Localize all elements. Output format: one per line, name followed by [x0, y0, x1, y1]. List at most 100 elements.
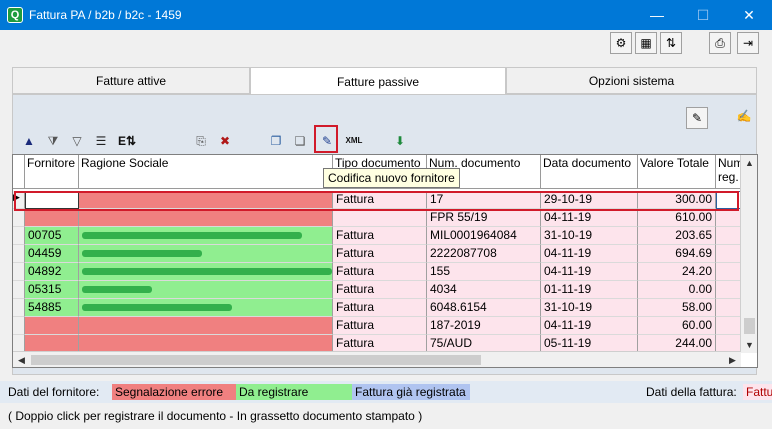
table-row[interactable]: FPR 55/19 04-11-19 610.00 [13, 209, 741, 227]
cell-num-documento[interactable]: 155 [427, 263, 541, 281]
cell-num-documento[interactable]: FPR 55/19 [427, 209, 541, 227]
column-header-fornitore[interactable]: Fornitore [25, 155, 79, 189]
cell-data-documento[interactable]: 04-11-19 [541, 209, 638, 227]
scroll-right-icon[interactable]: ▶ [724, 352, 741, 367]
cell-fornitore[interactable]: 00705 [25, 227, 79, 245]
cell-valore-totale[interactable]: 60.00 [638, 317, 716, 335]
cell-tipo-documento[interactable]: Fattura [333, 227, 427, 245]
column-header-valore-totale[interactable]: Valore Totale [638, 155, 716, 189]
cell-num-reg[interactable] [716, 245, 741, 263]
cell-valore-totale[interactable]: 694.69 [638, 245, 716, 263]
title-bar: Q Fattura PA / b2b / b2c - 1459 — ☐ ✕ [0, 0, 772, 30]
cell-valore-totale[interactable]: 610.00 [638, 209, 716, 227]
table-row[interactable]: Fattura 187-2019 04-11-19 60.00 [13, 317, 741, 335]
cell-ragione-sociale[interactable] [79, 299, 333, 317]
close-button[interactable]: ✕ [726, 0, 772, 30]
cell-num-reg[interactable] [716, 281, 741, 299]
vertical-scrollbar[interactable]: ▲ ▼ [740, 155, 757, 353]
import-icon[interactable]: ⬇ [389, 130, 411, 152]
cell-data-documento[interactable]: 31-10-19 [541, 299, 638, 317]
cell-tipo-documento[interactable] [333, 209, 427, 227]
scroll-up-icon[interactable]: ▲ [741, 155, 757, 171]
filter-edit-icon[interactable]: ⧩ [42, 130, 64, 152]
list-icon[interactable]: ☰ [90, 130, 112, 152]
cell-data-documento[interactable]: 04-11-19 [541, 263, 638, 281]
notes-icon[interactable]: ✎ [686, 107, 708, 129]
cell-data-documento[interactable]: 04-11-19 [541, 245, 638, 263]
cell-fornitore[interactable] [25, 317, 79, 335]
row-indicator [13, 263, 25, 281]
row-indicator [13, 317, 25, 335]
cell-ragione-sociale[interactable] [79, 245, 333, 263]
print-icon[interactable]: ⎙ [709, 32, 731, 54]
tab-opzioni-sistema[interactable]: Opzioni sistema [506, 67, 757, 94]
cell-data-documento[interactable]: 31-10-19 [541, 227, 638, 245]
document-search-icon[interactable]: ⎘ [190, 130, 212, 152]
cell-num-documento[interactable]: 2222087708 [427, 245, 541, 263]
cell-num-documento[interactable]: 4034 [427, 281, 541, 299]
cell-num-documento[interactable]: MIL0001964084 [427, 227, 541, 245]
cell-num-reg[interactable] [716, 299, 741, 317]
cell-data-documento[interactable]: 01-11-19 [541, 281, 638, 299]
export-icon[interactable]: E⇅ [114, 130, 140, 152]
cell-ragione-sociale[interactable] [79, 227, 333, 245]
cell-tipo-documento[interactable]: Fattura [333, 317, 427, 335]
cell-tipo-documento[interactable]: Fattura [333, 245, 427, 263]
archive-icon[interactable]: ▦ [635, 32, 657, 54]
cell-tipo-documento[interactable]: Fattura [333, 281, 427, 299]
tab-fatture-attive[interactable]: Fatture attive [12, 67, 250, 94]
table-row[interactable]: 00705 Fattura MIL0001964084 31-10-19 203.65 [13, 227, 741, 245]
cell-data-documento[interactable]: 04-11-19 [541, 317, 638, 335]
table-row[interactable]: 04459 Fattura 2222087708 04-11-19 694.69 [13, 245, 741, 263]
column-header-data-documento[interactable]: Data documento [541, 155, 638, 189]
column-header-num-reg[interactable]: Num. reg. [716, 155, 741, 189]
cell-fornitore[interactable]: 04892 [25, 263, 79, 281]
table-row[interactable]: 04892 Fattura 155 04-11-19 24.20 [13, 263, 741, 281]
legend-supplier-label: Dati del fornitore: [8, 385, 100, 399]
paste-icon[interactable]: ❏ [289, 130, 311, 152]
refresh-settings-icon[interactable]: ⚙ [610, 32, 632, 54]
cell-num-reg[interactable] [716, 317, 741, 335]
table-row[interactable]: 05315 Fattura 4034 01-11-19 0.00 [13, 281, 741, 299]
cell-fornitore[interactable] [25, 209, 79, 227]
cell-num-reg[interactable] [716, 263, 741, 281]
xml-icon[interactable]: XML [341, 130, 367, 152]
minimize-button[interactable]: — [634, 0, 680, 30]
tooltip-new-supplier: Codifica nuovo fornitore [323, 168, 460, 188]
highlight-new-supplier-button [314, 125, 338, 153]
disable-signature-icon[interactable]: ✍ [733, 105, 755, 127]
scroll-down-icon[interactable]: ▼ [741, 337, 757, 353]
sync-icon[interactable]: ⇅ [660, 32, 682, 54]
cell-num-reg[interactable] [716, 227, 741, 245]
maximize-button[interactable]: ☐ [680, 0, 726, 30]
filter-icon[interactable]: ▽ [66, 130, 88, 152]
tab-fatture-passive[interactable]: Fatture passive [250, 67, 506, 95]
cell-valore-totale[interactable]: 24.20 [638, 263, 716, 281]
cell-num-documento[interactable]: 187-2019 [427, 317, 541, 335]
scroll-left-icon[interactable]: ◀ [13, 352, 30, 367]
exit-icon[interactable]: ⇥ [737, 32, 759, 54]
cell-fornitore[interactable]: 05315 [25, 281, 79, 299]
copy-icon[interactable]: ❐ [265, 130, 287, 152]
cell-num-documento[interactable]: 6048.6154 [427, 299, 541, 317]
cell-num-reg[interactable] [716, 209, 741, 227]
horizontal-scroll-thumb[interactable] [31, 355, 481, 365]
cell-tipo-documento[interactable]: Fattura [333, 263, 427, 281]
column-header-ragione-sociale[interactable]: Ragione Sociale [79, 155, 333, 189]
cell-valore-totale[interactable]: 58.00 [638, 299, 716, 317]
cell-ragione-sociale[interactable] [79, 209, 333, 227]
horizontal-scrollbar[interactable]: ◀ ▶ [13, 351, 741, 367]
vertical-scroll-thumb[interactable] [744, 318, 755, 334]
cell-ragione-sociale[interactable] [79, 317, 333, 335]
cell-ragione-sociale[interactable] [79, 281, 333, 299]
cell-valore-totale[interactable]: 203.65 [638, 227, 716, 245]
cell-fornitore[interactable]: 04459 [25, 245, 79, 263]
sort-up-icon[interactable]: ▲ [18, 130, 40, 152]
cell-valore-totale[interactable]: 0.00 [638, 281, 716, 299]
delete-icon[interactable]: ✖ [214, 130, 236, 152]
cell-ragione-sociale[interactable] [79, 263, 333, 281]
table-row[interactable]: 54885 Fattura 6048.6154 31-10-19 58.00 [13, 299, 741, 317]
redacted-text [82, 250, 202, 257]
cell-tipo-documento[interactable]: Fattura [333, 299, 427, 317]
cell-fornitore[interactable]: 54885 [25, 299, 79, 317]
